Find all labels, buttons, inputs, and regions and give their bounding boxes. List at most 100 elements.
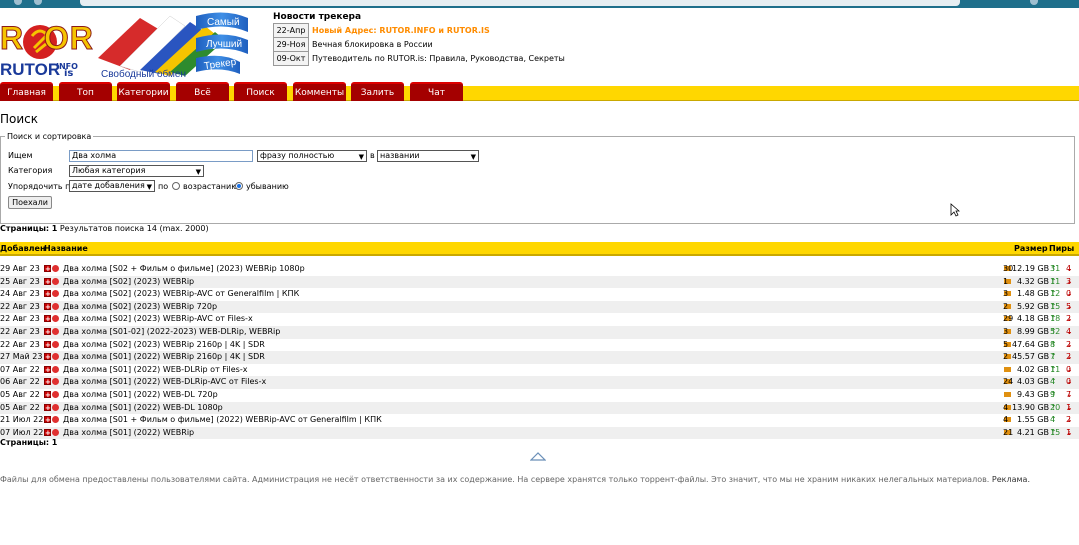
menu-tab-categories[interactable]: Категории [117,82,170,101]
download-icon[interactable] [44,313,51,326]
menu-tab-top[interactable]: Топ [59,82,112,101]
sort-select[interactable]: дате добавления ▼ [69,180,155,192]
browser-menu-icon[interactable] [1030,0,1038,5]
leechers-value: 4 [1066,326,1072,336]
comments-count[interactable]: 3 [1003,288,1011,301]
download-icon[interactable] [44,276,51,288]
comments-count[interactable]: 21 [1003,427,1013,440]
torrent-title-link[interactable]: Два холма [S02] (2023) WEBRip-AVC от Gen… [63,288,299,301]
torrent-title-link[interactable]: Два холма [S01] (2022) WEB-DL 720p [63,389,218,402]
magnet-icon[interactable] [52,403,59,411]
menu-tab-chat[interactable]: Чат [410,82,463,101]
table-row: 07 Авг 22 Два холма [S01] (2022) WEB-DLRi… [0,363,1079,377]
torrent-title-link[interactable]: Два холма [S01] (2022) WEBRip [63,427,194,440]
submit-search-button[interactable]: Поехали [8,196,52,209]
search-input[interactable]: Два холма [69,150,253,162]
order-desc-radio[interactable] [235,182,243,190]
magnet-icon[interactable] [52,315,59,323]
news-link[interactable]: Новый Адрес: RUTOR.INFO и RUTOR.IS [309,24,568,38]
browser-forward-icon[interactable] [34,0,42,5]
category-select[interactable]: Любая категория ▼ [69,165,204,177]
download-icon[interactable] [44,376,51,389]
menu-tab-home[interactable]: Главная [0,82,53,101]
download-icon[interactable] [44,263,51,276]
torrent-title-link[interactable]: Два холма [S01 + Фильм о фильме] (2022) … [63,414,382,427]
news-item: 22-Апр Новый Адрес: RUTOR.INFO и RUTOR.I… [273,23,568,38]
seeders-value: 8 [1050,339,1056,349]
magnet-icon[interactable] [52,365,59,373]
row-date: 05 Авг 22 [0,402,40,412]
download-icon[interactable] [44,288,51,301]
download-icon[interactable] [44,414,51,427]
pages-link[interactable]: 1 [52,438,58,447]
download-icon[interactable] [44,339,51,351]
leechers-value: 7 [1066,389,1072,399]
magnet-icon[interactable] [52,428,59,436]
comments-count[interactable]: 1 [1003,276,1011,289]
magnet-icon[interactable] [52,353,59,361]
magnet-icon[interactable] [52,302,59,310]
magnet-icon[interactable] [52,340,59,348]
comments-count[interactable]: 5 [1003,339,1011,352]
results-summary: Результатов поиска 14 (max. 2000) [59,224,209,233]
magnet-icon[interactable] [52,378,59,386]
torrent-title-link[interactable]: Два холма [S02 + Фильм о фильме] (2023) … [63,263,305,276]
torrent-title-link[interactable]: Два холма [S01] (2022) WEBRip 2160p | 4K… [63,351,265,364]
download-icon[interactable] [44,389,51,402]
column-header-size[interactable]: Размер [1014,242,1048,256]
menu-tab-upload[interactable]: Залить [351,82,404,101]
magnet-icon[interactable] [52,416,59,424]
order-asc-radio[interactable] [172,182,180,190]
news-link[interactable]: Вечная блокировка в России [309,38,568,52]
comments-count[interactable]: 3 [1003,326,1011,339]
browser-back-icon[interactable] [14,0,22,5]
download-icon[interactable] [44,351,51,364]
torrent-title-link[interactable]: Два холма [S02] (2023) WEBRip-AVC от Fil… [63,313,253,326]
comments-count[interactable]: 24 [1003,376,1013,389]
row-size: 12.19 GB [1012,264,1050,273]
row-date: 07 Авг 22 [0,364,40,374]
magnet-icon[interactable] [52,290,59,298]
comments-count[interactable]: 2 [1003,301,1011,314]
download-icon[interactable] [44,427,51,439]
magnet-icon[interactable] [52,390,59,398]
comments-count[interactable]: 30 [1003,263,1013,276]
torrent-title-link[interactable]: Два холма [S01] (2022) WEB-DL 1080p [63,402,223,415]
comments-count[interactable]: 4 [1003,402,1011,415]
download-icon[interactable] [44,326,51,339]
comments-count[interactable]: 29 [1003,313,1013,326]
leechers-value: 2 [1066,352,1072,362]
torrent-title-link[interactable]: Два холма [S02] (2023) WEBRip 720p [63,301,217,314]
column-header-peers[interactable]: Пиры [1049,242,1074,256]
magnet-icon[interactable] [52,327,59,335]
search-in-select[interactable]: названии ▼ [377,150,479,162]
torrent-title-link[interactable]: Два холма [S02] (2023) WEBRip 2160p | 4K… [63,339,265,352]
column-header-name[interactable]: Название [44,242,88,256]
magnet-icon[interactable] [52,277,59,285]
pages-link[interactable]: 1 [52,224,58,233]
seeders-value: 12 [1050,289,1061,299]
comments-count[interactable] [1003,389,1011,402]
site-logo[interactable]: R OR RUTOR INFO is Свободный обмен Самый… [0,8,270,84]
match-mode-select[interactable]: фразу полностью ▼ [257,150,367,162]
comments-count[interactable]: 4 [1003,414,1011,427]
scroll-up-icon[interactable] [530,451,546,461]
comments-count[interactable] [1003,364,1011,377]
browser-address-bar[interactable] [80,0,960,6]
news-link[interactable]: Путеводитель по RUTOR.is: Правила, Руков… [309,52,568,66]
torrent-title-link[interactable]: Два холма [S01] (2022) WEB-DLRip-AVC от … [63,376,266,389]
torrent-title-link[interactable]: Два холма [S02] (2023) WEBRip [63,276,194,289]
menu-tab-all[interactable]: Всё [176,82,229,101]
download-icon[interactable] [44,364,51,376]
ads-link[interactable]: Реклама. [992,475,1030,484]
magnet-icon[interactable] [52,265,59,272]
comments-count[interactable]: 2 [1003,351,1011,364]
column-header-added[interactable]: Добавлен [0,242,45,256]
torrent-title-link[interactable]: Два холма [S01] (2022) WEB-DLRip от File… [63,364,247,377]
menu-tab-search[interactable]: Поиск [234,82,287,101]
row-size: 4.21 GB [1016,427,1049,437]
download-icon[interactable] [44,402,51,414]
download-icon[interactable] [44,301,51,313]
menu-tab-comments[interactable]: Комменты [293,82,346,101]
torrent-title-link[interactable]: Два холма [S01-02] (2022-2023) WEB-DLRip… [63,326,280,339]
